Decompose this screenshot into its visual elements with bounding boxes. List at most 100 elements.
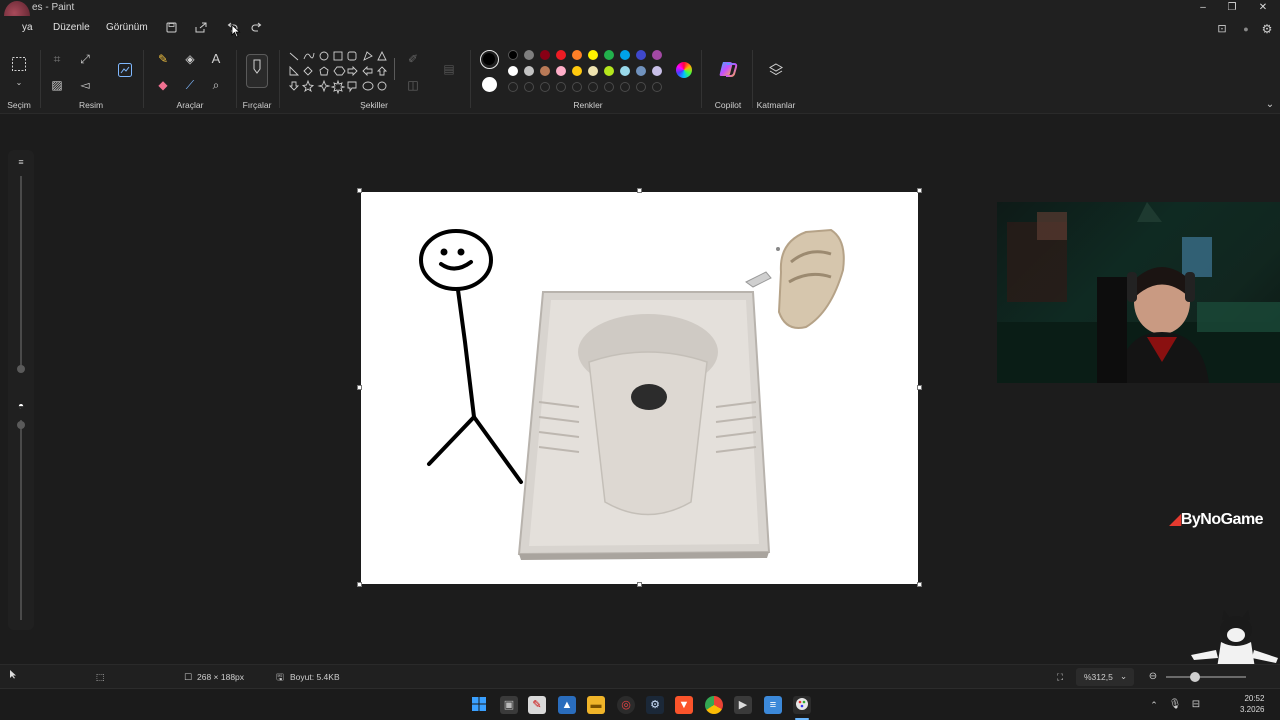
- photos-icon[interactable]: ▲: [558, 696, 576, 714]
- resize-handle-b[interactable]: [637, 582, 642, 587]
- color-swatch[interactable]: [620, 66, 630, 76]
- pencil-icon[interactable]: ✎: [154, 50, 172, 68]
- brave-browser-icon[interactable]: ▼: [675, 696, 693, 714]
- outline-icon[interactable]: ✐: [404, 50, 422, 68]
- resize-handle-bl[interactable]: [357, 582, 362, 587]
- system-clock[interactable]: 20:52 3.2026: [1240, 693, 1264, 715]
- chrome-icon[interactable]: [705, 696, 723, 714]
- minimize-button[interactable]: –: [1188, 0, 1218, 16]
- color-swatch[interactable]: [540, 50, 550, 60]
- color-swatch[interactable]: [572, 66, 582, 76]
- resize-handle-tr[interactable]: [917, 188, 922, 193]
- network-icon[interactable]: ⊟: [1187, 696, 1205, 714]
- custom-color-slot[interactable]: [524, 82, 534, 92]
- resize-handle-tl[interactable]: [357, 188, 362, 193]
- custom-color-slot[interactable]: [556, 82, 566, 92]
- color-swatch[interactable]: [572, 50, 582, 60]
- opacity-slider-thumb[interactable]: [17, 421, 25, 429]
- zoom-slider-thumb[interactable]: [1190, 672, 1200, 682]
- color-swatch[interactable]: [524, 66, 534, 76]
- resize-icon[interactable]: ⤢: [76, 50, 94, 68]
- shapes-scrollbar[interactable]: [394, 58, 395, 80]
- color-swatch[interactable]: [636, 50, 646, 60]
- size-slider-thumb[interactable]: [17, 365, 25, 373]
- vertical-tool-slider[interactable]: ≡ ◓: [8, 150, 34, 630]
- color-swatch[interactable]: [508, 50, 518, 60]
- custom-color-slot[interactable]: [588, 82, 598, 92]
- primary-color-button[interactable]: [480, 50, 499, 69]
- custom-color-slot[interactable]: [508, 82, 518, 92]
- resize-handle-t[interactable]: [637, 188, 642, 193]
- zoom-out-icon[interactable]: ⊖: [1144, 668, 1162, 686]
- layers-icon[interactable]: [767, 62, 785, 80]
- image-creator-icon[interactable]: [116, 62, 134, 80]
- menu-view[interactable]: Görünüm: [106, 22, 148, 33]
- drawing-canvas[interactable]: [361, 192, 918, 584]
- task-view-icon[interactable]: ▣: [500, 696, 518, 714]
- custom-color-slot[interactable]: [604, 82, 614, 92]
- color-swatch[interactable]: [524, 50, 534, 60]
- size-slider-track[interactable]: [20, 176, 22, 366]
- crop-icon[interactable]: ⌗: [48, 50, 66, 68]
- custom-color-slot[interactable]: [652, 82, 662, 92]
- settings-gear-icon[interactable]: ⚙: [1258, 20, 1276, 38]
- redo-icon[interactable]: [247, 20, 267, 38]
- color-swatch[interactable]: [540, 66, 550, 76]
- text-tool-icon[interactable]: A: [207, 50, 225, 68]
- fill-bucket-icon[interactable]: ◈: [181, 50, 199, 68]
- magnifier-icon[interactable]: ⌕: [207, 76, 225, 94]
- custom-color-slot[interactable]: [572, 82, 582, 92]
- color-swatch[interactable]: [556, 66, 566, 76]
- start-windows-icon[interactable]: [470, 696, 488, 714]
- custom-color-slot[interactable]: [540, 82, 550, 92]
- color-swatch[interactable]: [604, 66, 614, 76]
- zoom-dropdown[interactable]: %312,5 ⌄: [1076, 668, 1134, 686]
- color-swatch[interactable]: [556, 50, 566, 60]
- remove-background-icon[interactable]: ▨: [48, 76, 66, 94]
- resize-handle-l[interactable]: [357, 385, 362, 390]
- file-explorer-icon[interactable]: ▬: [587, 696, 605, 714]
- fit-to-window-icon[interactable]: ⛶: [1051, 668, 1069, 686]
- shape-size-icon[interactable]: ▤: [440, 60, 458, 78]
- notepad-icon[interactable]: ≡: [764, 696, 782, 714]
- rotate-icon[interactable]: ◅: [76, 76, 94, 94]
- edit-colors-icon[interactable]: [676, 62, 692, 78]
- media-player-icon[interactable]: ▶: [734, 696, 752, 714]
- feedback-icon[interactable]: ⊡: [1213, 20, 1231, 38]
- save-icon[interactable]: [161, 20, 181, 38]
- color-swatch[interactable]: [588, 50, 598, 60]
- color-swatch[interactable]: [652, 66, 662, 76]
- secondary-color-button[interactable]: [482, 77, 497, 92]
- opera-gx-icon[interactable]: ◎: [617, 696, 635, 714]
- fill-icon[interactable]: ◫: [404, 76, 422, 94]
- menu-file[interactable]: ya: [22, 22, 33, 33]
- resize-handle-r[interactable]: [917, 385, 922, 390]
- custom-color-slot[interactable]: [636, 82, 646, 92]
- selection-dropdown-icon[interactable]: ⌄: [10, 74, 28, 92]
- tray-overflow-icon[interactable]: ⌃: [1145, 696, 1163, 714]
- menu-edit[interactable]: Düzenle: [53, 22, 90, 33]
- share-icon[interactable]: [191, 20, 211, 38]
- microphone-icon[interactable]: 🎙: [1166, 696, 1184, 714]
- zoom-slider-track[interactable]: [1166, 676, 1246, 678]
- shapes-gallery[interactable]: [288, 50, 392, 98]
- account-icon[interactable]: ●: [1237, 20, 1255, 38]
- ribbon-collapse-icon[interactable]: ⌄: [1261, 96, 1279, 114]
- app-tool-icon[interactable]: ✎: [528, 696, 546, 714]
- rectangle-select-icon[interactable]: [10, 56, 28, 74]
- color-swatch[interactable]: [652, 50, 662, 60]
- color-picker-icon[interactable]: ⟋: [181, 76, 199, 94]
- eraser-icon[interactable]: ◆: [154, 76, 172, 94]
- color-swatch[interactable]: [588, 66, 598, 76]
- steam-icon[interactable]: ⚙: [646, 696, 664, 714]
- color-swatch[interactable]: [636, 66, 646, 76]
- brush-selector-button[interactable]: [246, 54, 268, 88]
- paint-taskbar-icon[interactable]: [793, 696, 811, 714]
- close-button[interactable]: ✕: [1248, 0, 1278, 16]
- color-swatch[interactable]: [508, 66, 518, 76]
- maximize-button[interactable]: ❐: [1217, 0, 1247, 16]
- color-swatch[interactable]: [620, 50, 630, 60]
- color-swatch[interactable]: [604, 50, 614, 60]
- opacity-slider-track[interactable]: [20, 420, 22, 620]
- copilot-icon[interactable]: [718, 60, 738, 78]
